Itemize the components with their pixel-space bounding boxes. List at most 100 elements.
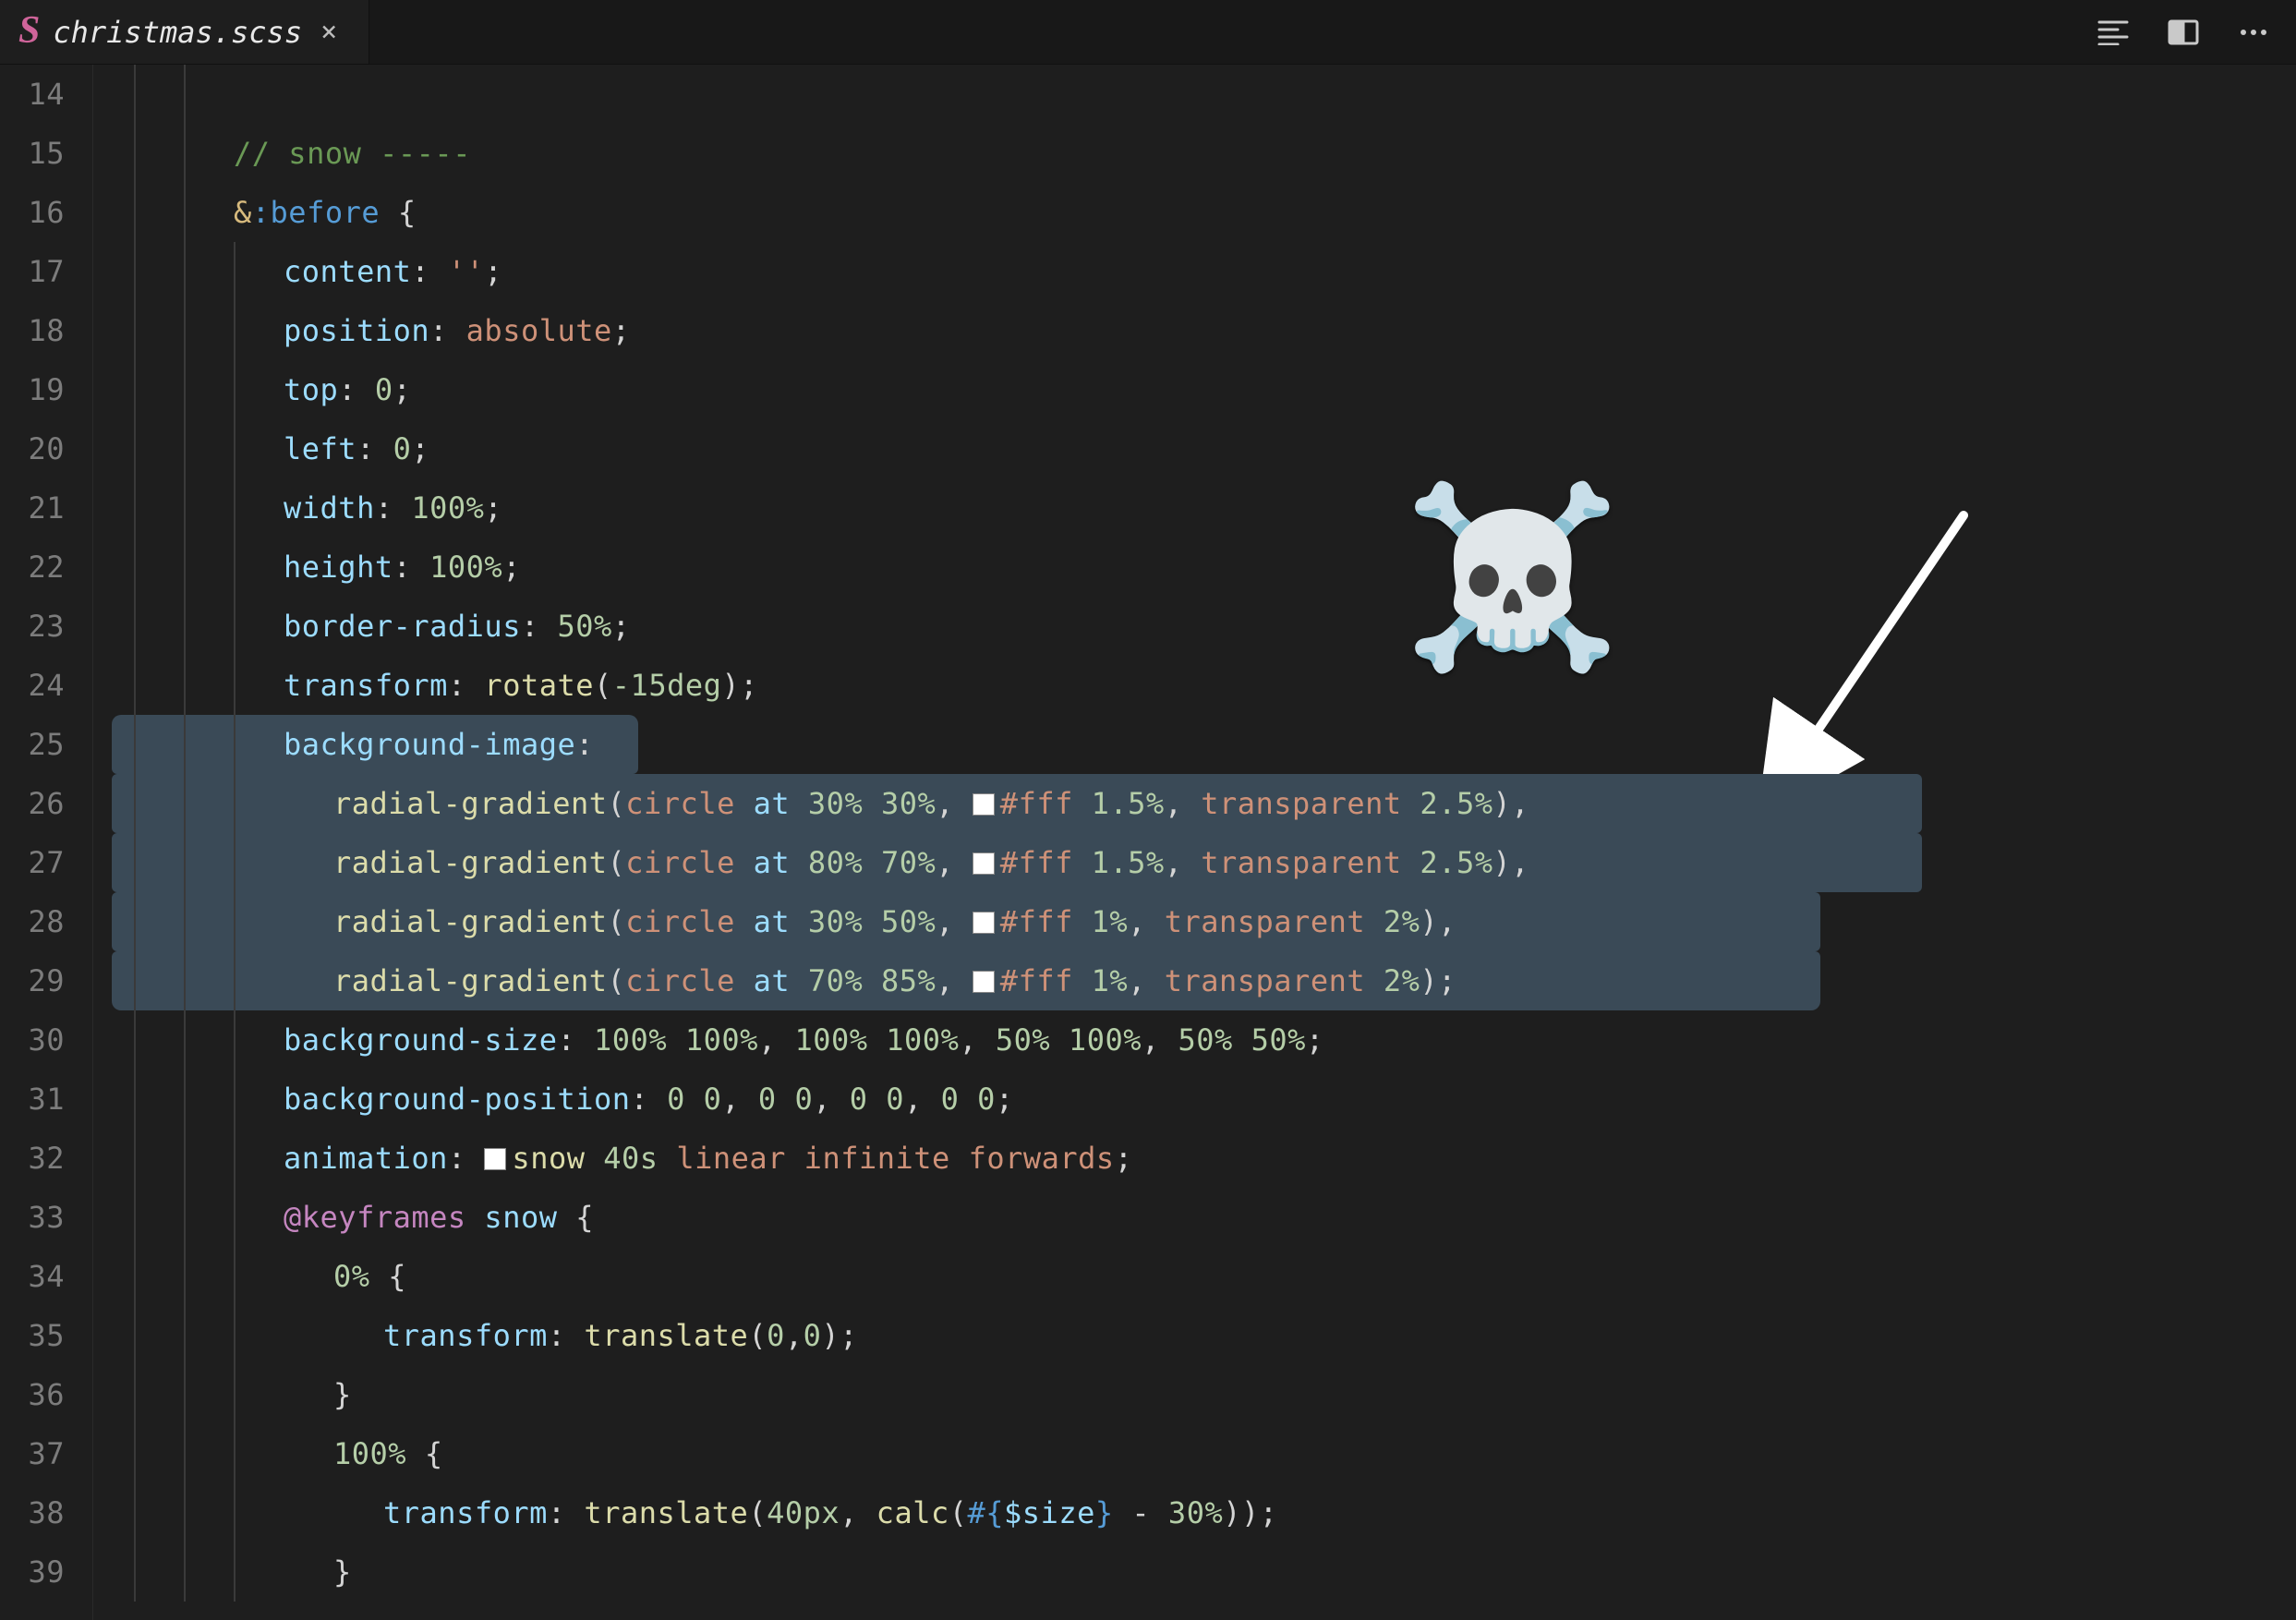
color-swatch[interactable] bbox=[973, 793, 995, 816]
indent-guide bbox=[234, 1010, 236, 1070]
code-token: : bbox=[429, 313, 466, 348]
code-line[interactable]: top: 0; bbox=[112, 360, 2296, 419]
tab-close-button[interactable]: × bbox=[315, 15, 343, 50]
code-token: 1.5% bbox=[1092, 786, 1165, 821]
code-line[interactable]: @keyframes snow { bbox=[112, 1188, 2296, 1247]
code-token: radial-gradient bbox=[333, 845, 607, 880]
color-swatch[interactable] bbox=[484, 1148, 506, 1170]
code-line[interactable]: } bbox=[112, 1365, 2296, 1424]
code-line[interactable]: 100% { bbox=[112, 1424, 2296, 1483]
code-line[interactable]: } bbox=[112, 1542, 2296, 1602]
code-token: left bbox=[284, 431, 356, 466]
more-icon[interactable] bbox=[2235, 14, 2272, 51]
tab-active[interactable]: S christmas.scss × bbox=[0, 0, 369, 64]
code-line[interactable] bbox=[112, 65, 2296, 124]
code-token: transparent bbox=[1165, 963, 1365, 998]
code-line[interactable]: border-radius: 50%; bbox=[112, 597, 2296, 656]
code-area[interactable]: ☠️ // snow -----&:before {content: '';po… bbox=[92, 65, 2296, 1620]
color-swatch[interactable] bbox=[973, 912, 995, 934]
code-editor[interactable]: 1415161718192021222324252627282930313233… bbox=[0, 65, 2296, 1620]
code-line[interactable]: position: absolute; bbox=[112, 301, 2296, 360]
code-line[interactable]: height: 100%; bbox=[112, 538, 2296, 597]
indent-guide bbox=[234, 715, 236, 774]
code-token: , bbox=[1165, 845, 1202, 880]
code-line[interactable]: radial-gradient(circle at 30% 50%, #fff … bbox=[112, 892, 1820, 951]
indent-guide bbox=[234, 1188, 236, 1247]
indent-guide bbox=[184, 478, 186, 538]
code-token: ; bbox=[502, 550, 521, 585]
line-number: 16 bbox=[0, 183, 65, 242]
align-icon[interactable] bbox=[2095, 14, 2132, 51]
line-number: 35 bbox=[0, 1306, 65, 1365]
code-token bbox=[735, 786, 754, 821]
color-swatch[interactable] bbox=[973, 852, 995, 875]
indent-guide bbox=[184, 538, 186, 597]
indent-guide bbox=[134, 124, 136, 183]
indent-guide bbox=[184, 242, 186, 301]
code-line[interactable]: radial-gradient(circle at 70% 85%, #fff … bbox=[112, 951, 1820, 1010]
code-line[interactable]: 0% { bbox=[112, 1247, 2296, 1306]
code-token: 0 bbox=[375, 372, 393, 407]
indent-guide bbox=[134, 538, 136, 597]
code-line[interactable]: transform: rotate(-15deg); bbox=[112, 656, 2296, 715]
code-token: transparent bbox=[1201, 845, 1401, 880]
indent-guide bbox=[234, 301, 236, 360]
code-line[interactable]: left: 0; bbox=[112, 419, 2296, 478]
code-token: #{ bbox=[968, 1495, 1005, 1530]
code-token: ( bbox=[594, 668, 612, 703]
code-token: 0 bbox=[794, 1082, 813, 1117]
code-token: calc bbox=[876, 1495, 949, 1530]
code-line[interactable]: animation: snow 40s linear infinite forw… bbox=[112, 1129, 2296, 1188]
code-token: // snow ----- bbox=[234, 136, 471, 171]
code-token: linear bbox=[676, 1141, 786, 1176]
code-line[interactable]: background-image: bbox=[112, 715, 638, 774]
code-token: 100% bbox=[886, 1022, 959, 1058]
indent-guide bbox=[184, 833, 186, 892]
code-token bbox=[863, 786, 881, 821]
split-editor-icon[interactable] bbox=[2165, 14, 2202, 51]
code-line[interactable]: background-position: 0 0, 0 0, 0 0, 0 0; bbox=[112, 1070, 2296, 1129]
code-token: , bbox=[721, 1082, 758, 1117]
code-token bbox=[735, 904, 754, 939]
indent-guide bbox=[184, 951, 186, 1010]
code-token bbox=[1073, 963, 1092, 998]
indent-guide bbox=[134, 65, 136, 124]
code-token: transform bbox=[284, 668, 448, 703]
code-token: 30% bbox=[1168, 1495, 1223, 1530]
code-token bbox=[1402, 786, 1420, 821]
code-token: 0 bbox=[850, 1082, 868, 1117]
code-token: 0 bbox=[767, 1318, 785, 1353]
code-line[interactable]: // snow ----- bbox=[112, 124, 2296, 183]
code-token: at bbox=[754, 845, 791, 880]
line-number: 38 bbox=[0, 1483, 65, 1542]
line-number: 36 bbox=[0, 1365, 65, 1424]
code-token: ; bbox=[484, 490, 502, 526]
indent-guide bbox=[134, 1070, 136, 1129]
code-token: ), bbox=[1420, 904, 1456, 939]
code-line[interactable]: &:before { bbox=[112, 183, 2296, 242]
code-token: ( bbox=[748, 1495, 767, 1530]
code-token: radial-gradient bbox=[333, 786, 607, 821]
code-token: circle bbox=[625, 786, 735, 821]
code-token: 0 bbox=[704, 1082, 722, 1117]
code-line[interactable]: radial-gradient(circle at 80% 70%, #fff … bbox=[112, 833, 1922, 892]
code-token: ; bbox=[1306, 1022, 1324, 1058]
code-token: ; bbox=[393, 372, 412, 407]
color-swatch[interactable] bbox=[973, 971, 995, 993]
code-line[interactable]: width: 100%; bbox=[112, 478, 2296, 538]
code-line[interactable]: radial-gradient(circle at 30% 30%, #fff … bbox=[112, 774, 1922, 833]
code-token bbox=[685, 1082, 704, 1117]
code-line[interactable]: transform: translate(40px, calc(#{$size}… bbox=[112, 1483, 2296, 1542]
code-line[interactable]: content: ''; bbox=[112, 242, 2296, 301]
indent-guide bbox=[234, 656, 236, 715]
code-line[interactable]: background-size: 100% 100%, 100% 100%, 5… bbox=[112, 1010, 2296, 1070]
line-number: 37 bbox=[0, 1424, 65, 1483]
indent-guide bbox=[134, 656, 136, 715]
code-token bbox=[786, 1141, 804, 1176]
code-line[interactable]: transform: translate(0,0); bbox=[112, 1306, 2296, 1365]
code-token: top bbox=[284, 372, 338, 407]
code-token: 100% bbox=[1069, 1022, 1142, 1058]
indent-guide bbox=[134, 951, 136, 1010]
indent-guide bbox=[234, 1247, 236, 1306]
code-token bbox=[777, 1082, 795, 1117]
